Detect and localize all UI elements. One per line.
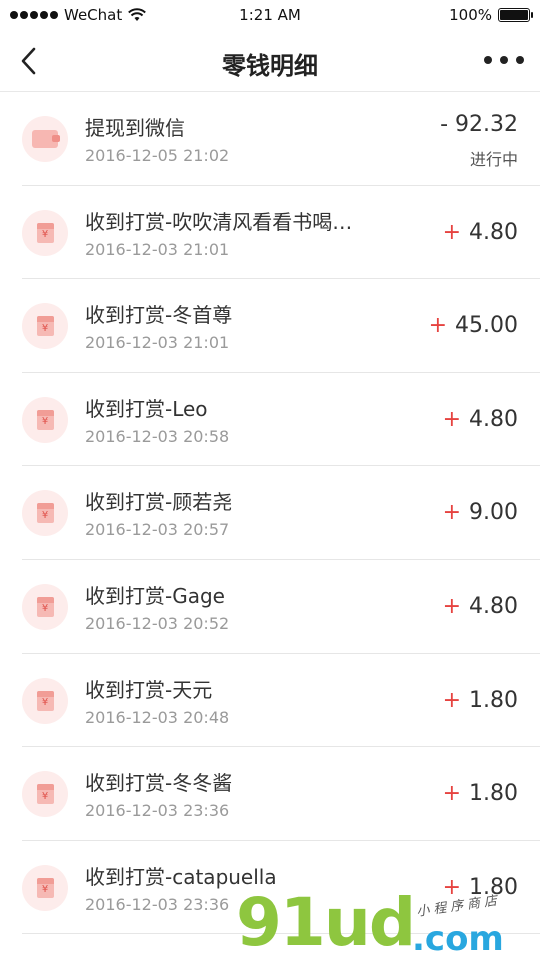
transaction-row[interactable]: ¥ 收到打赏-顾若尧 2016-12-03 20:57 +9.00 xyxy=(22,466,540,560)
transaction-row[interactable]: ¥ 收到打赏-冬首尊 2016-12-03 21:01 +45.00 xyxy=(22,279,540,373)
transaction-title: 收到打赏-吹吹清风看看书喝… xyxy=(85,209,353,234)
more-dot-icon xyxy=(516,56,524,64)
transaction-title: 收到打赏-Leo xyxy=(85,396,208,421)
amount-value: 1.80 xyxy=(469,781,518,807)
transaction-time: 2016-12-03 23:36 xyxy=(85,801,230,821)
red-envelope-icon: ¥ xyxy=(22,677,68,724)
transaction-time: 2016-12-03 20:57 xyxy=(85,520,230,540)
amount-value: 4.80 xyxy=(469,219,518,245)
transaction-amount: - 92.32 xyxy=(440,112,518,137)
red-envelope-icon: ¥ xyxy=(22,303,68,350)
amount-value: 4.80 xyxy=(469,406,518,432)
transaction-amount: +4.80 xyxy=(443,407,518,432)
status-bar: WeChat 1:21 AM 100% xyxy=(0,0,540,30)
more-options-button[interactable] xyxy=(484,50,524,70)
transaction-amount: +1.80 xyxy=(443,688,518,713)
amount-value: 4.80 xyxy=(469,593,518,619)
transaction-time: 2016-12-03 20:58 xyxy=(85,426,230,446)
transaction-row[interactable]: ¥ 收到打赏-天元 2016-12-03 20:48 +1.80 xyxy=(22,654,540,748)
red-envelope-icon: ¥ xyxy=(22,771,68,818)
transaction-title: 收到打赏-顾若尧 xyxy=(85,490,233,515)
transaction-row[interactable]: ¥ 收到打赏-Gage 2016-12-03 20:52 +4.80 xyxy=(22,560,540,654)
plus-sign: + xyxy=(442,687,462,713)
red-envelope-icon: ¥ xyxy=(22,583,68,630)
plus-sign: + xyxy=(428,313,448,339)
transaction-amount: +9.00 xyxy=(443,500,518,525)
transaction-time: 2016-12-03 20:52 xyxy=(85,613,230,633)
transaction-row[interactable]: ¥ 收到打赏-冬冬酱 2016-12-03 23:36 +1.80 xyxy=(22,747,540,841)
transaction-amount: +1.80 xyxy=(443,781,518,806)
plus-sign: + xyxy=(442,219,462,245)
transaction-title: 收到打赏-冬首尊 xyxy=(85,303,233,328)
transaction-time: 2016-12-03 21:01 xyxy=(85,333,230,353)
transaction-status: 进行中 xyxy=(469,150,518,169)
page-title: 零钱明细 xyxy=(222,52,318,80)
transaction-row[interactable]: ¥ 收到打赏-吹吹清风看看书喝… 2016-12-03 21:01 +4.80 xyxy=(22,186,540,280)
watermark-domain: .com xyxy=(412,919,504,959)
watermark-tagline: 小程序商店 xyxy=(415,893,502,920)
transaction-time: 2016-12-03 20:48 xyxy=(85,707,230,727)
plus-sign: + xyxy=(442,406,462,432)
red-envelope-icon: ¥ xyxy=(22,396,68,443)
battery-info: 100% xyxy=(449,6,533,24)
watermark-logo: 91ud 小程序商店 .com xyxy=(236,885,526,960)
transaction-amount: +4.80 xyxy=(443,594,518,619)
battery-icon xyxy=(498,8,533,22)
transaction-time: 2016-12-03 23:36 xyxy=(85,894,230,914)
transaction-title: 收到打赏-冬冬酱 xyxy=(85,771,233,796)
red-envelope-icon: ¥ xyxy=(22,209,68,256)
transaction-row[interactable]: 提现到微信 2016-12-05 21:02 - 92.32 进行中 xyxy=(22,92,540,186)
more-dot-icon xyxy=(500,56,508,64)
plus-sign: + xyxy=(442,781,462,807)
red-envelope-icon: ¥ xyxy=(22,864,68,911)
amount-value: 45.00 xyxy=(455,313,518,339)
transaction-list: 提现到微信 2016-12-05 21:02 - 92.32 进行中 ¥ 收到打… xyxy=(0,92,540,935)
red-envelope-icon: ¥ xyxy=(22,490,68,537)
transaction-title: 收到打赏-天元 xyxy=(85,677,213,702)
transaction-title: 提现到微信 xyxy=(85,116,185,140)
transaction-row[interactable]: ¥ 收到打赏-Leo 2016-12-03 20:58 +4.80 xyxy=(22,373,540,467)
transaction-time: 2016-12-03 21:01 xyxy=(85,239,230,259)
navigation-bar: 零钱明细 xyxy=(0,30,540,92)
plus-sign: + xyxy=(442,593,462,619)
more-dot-icon xyxy=(484,56,492,64)
watermark-main-text: 91ud xyxy=(236,884,416,960)
battery-percent: 100% xyxy=(449,6,492,24)
transaction-time: 2016-12-05 21:02 xyxy=(85,146,230,165)
amount-value: 9.00 xyxy=(469,500,518,526)
transaction-title: 收到打赏-Gage xyxy=(85,583,225,608)
wallet-icon xyxy=(22,116,68,162)
transaction-amount: +45.00 xyxy=(429,313,518,338)
amount-value: 1.80 xyxy=(469,687,518,713)
transaction-amount: +4.80 xyxy=(443,220,518,245)
plus-sign: + xyxy=(442,500,462,526)
